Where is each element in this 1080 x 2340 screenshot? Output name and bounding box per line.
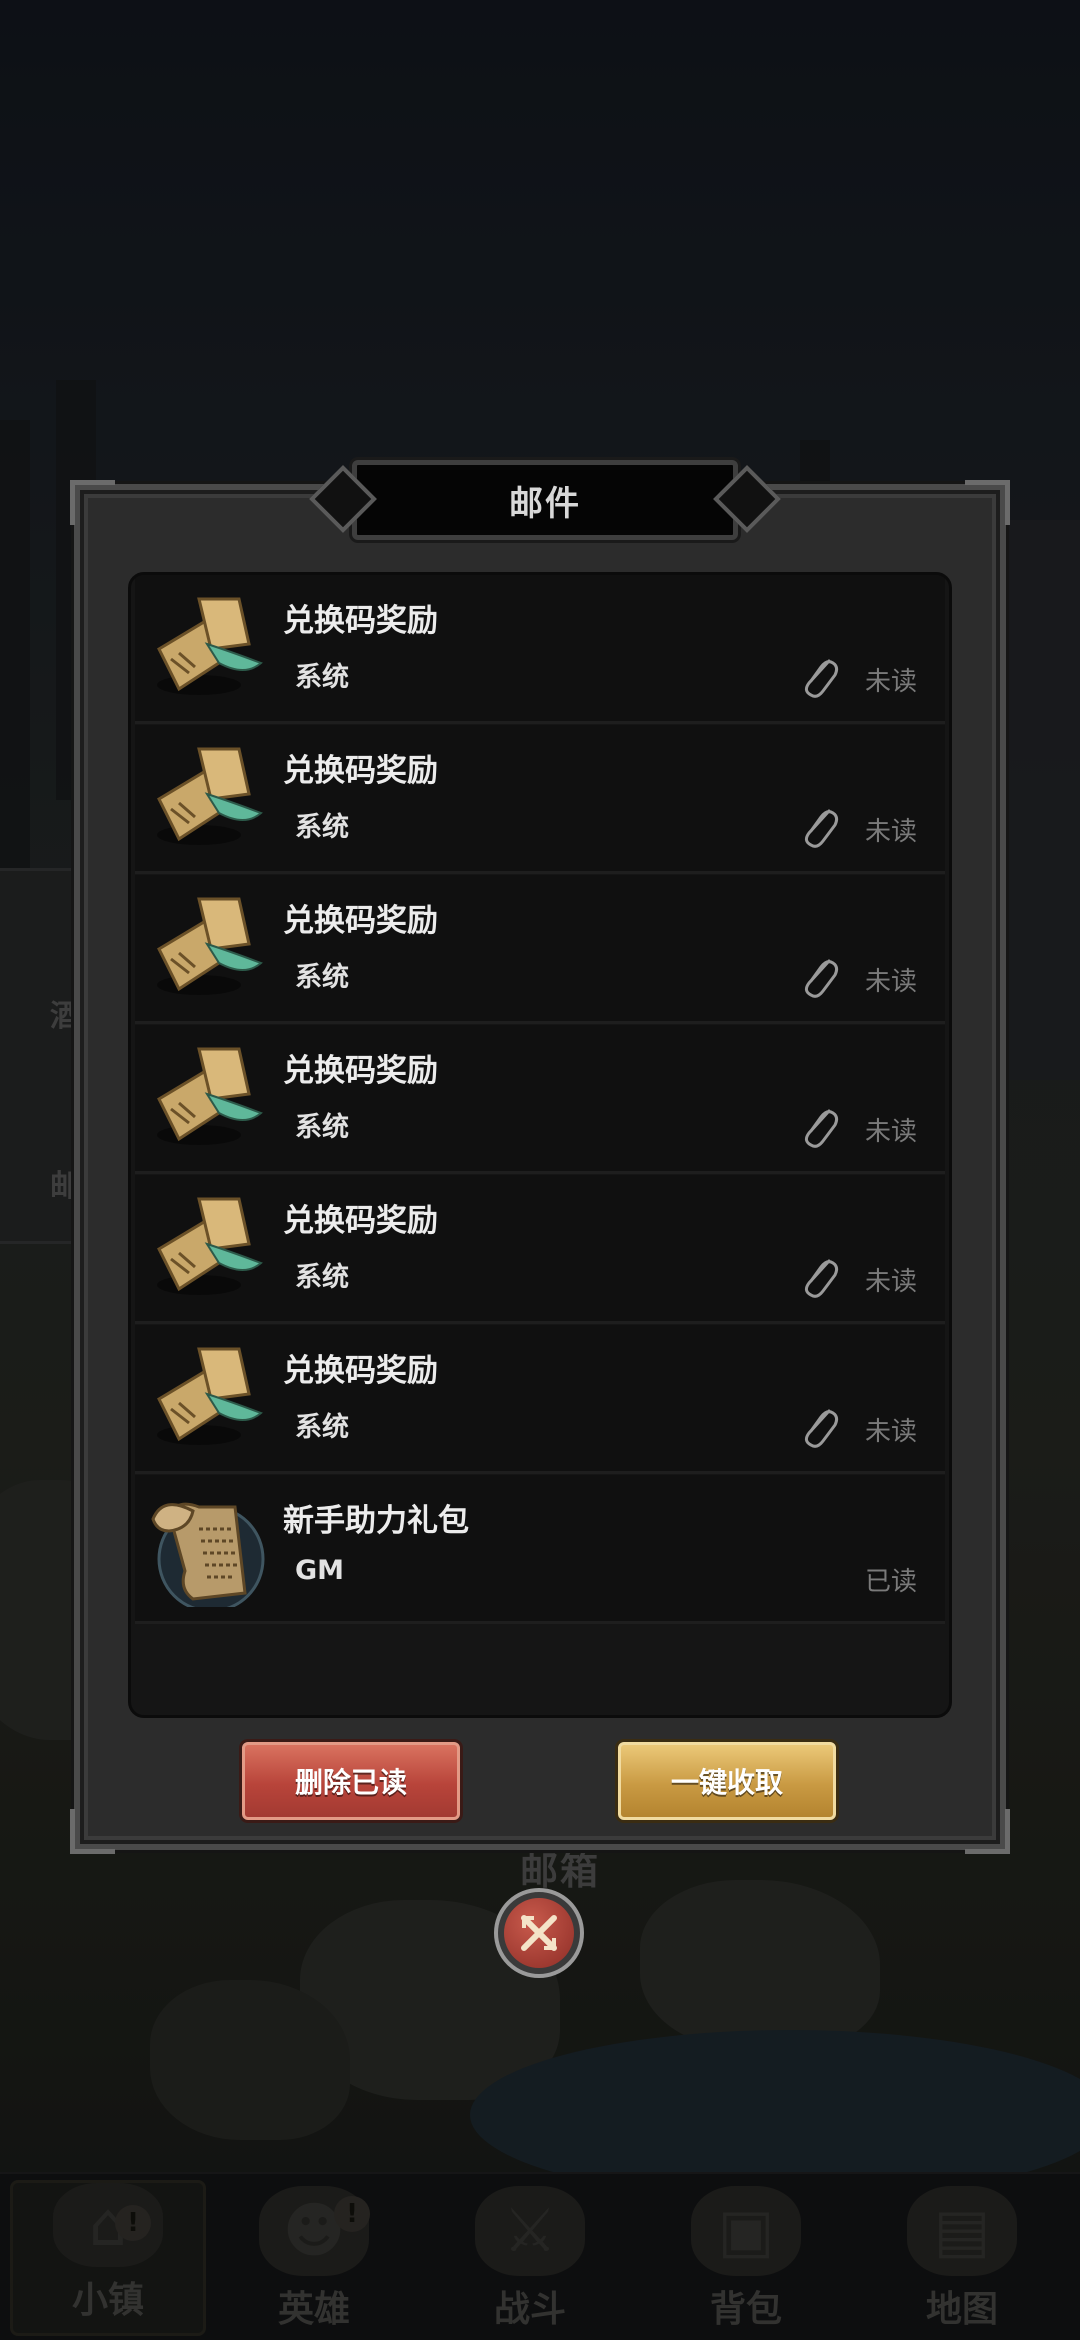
close-dialog-button[interactable] [494,1888,584,1978]
mail-sender: 系统 [295,1262,349,1293]
scroll-bundle-icon [157,1197,263,1295]
parchment-scroll-icon [151,1502,265,1607]
attachment-clip-icon [804,1409,839,1448]
mail-list[interactable]: 兑换码奖励 系统 未读 兑换码奖励 系统 未读 兑换码奖励 系统 未读 兑换码奖… [128,572,952,1718]
mail-status: 未读 [865,817,918,847]
mail-list-item[interactable]: 兑换码奖励 系统 未读 [135,1025,945,1174]
scroll-bundle-icon [157,747,263,845]
mail-sender: 系统 [295,812,349,843]
dialog-title: 邮件 [509,483,581,524]
scroll-bundle-icon [157,597,263,695]
mail-sender: 系统 [295,662,349,693]
mail-sender: 系统 [295,962,349,993]
mail-list-item[interactable]: 兑换码奖励 系统 未读 [135,1175,945,1324]
attachment-clip-icon [804,959,839,998]
mail-title: 兑换码奖励 [283,603,438,639]
attachment-clip-icon [804,1109,839,1148]
mail-status: 未读 [865,1267,918,1297]
mail-sender: 系统 [295,1112,349,1143]
close-icon [504,1898,574,1968]
mail-sender: GM [295,1555,345,1586]
attachment-clip-icon [804,809,839,848]
mail-status: 未读 [865,1117,918,1147]
scroll-bundle-icon [157,1347,263,1445]
attachment-clip-icon [804,1259,839,1298]
mail-title: 兑换码奖励 [283,1053,438,1089]
mail-list-item[interactable]: 兑换码奖励 系统 未读 [135,1325,945,1474]
mail-sender: 系统 [295,1412,349,1443]
mail-status: 未读 [865,1417,918,1447]
mail-status: 已读 [865,1567,918,1597]
mail-status: 未读 [865,967,918,997]
attachment-clip-icon [804,659,839,698]
scroll-bundle-icon [157,1047,263,1145]
mail-title: 兑换码奖励 [283,1203,438,1239]
scroll-bundle-icon [157,897,263,995]
mail-list-item[interactable]: 兑换码奖励 系统 未读 [135,725,945,874]
collect-all-button[interactable]: 一键收取 [618,1742,836,1820]
mail-list-item[interactable]: 兑换码奖励 系统 未读 [135,575,945,724]
mail-status: 未读 [865,667,918,697]
mail-title: 新手助力礼包 [283,1503,469,1539]
mail-list-item[interactable]: 新手助力礼包 GM 已读 [135,1475,945,1624]
dialog-title-plate: 邮件 [309,460,781,540]
delete-read-button[interactable]: 删除已读 [242,1742,460,1820]
mail-title: 兑换码奖励 [283,903,438,939]
mail-list-item[interactable]: 兑换码奖励 系统 未读 [135,875,945,1024]
mail-title: 兑换码奖励 [283,1353,438,1389]
mail-title: 兑换码奖励 [283,753,438,789]
